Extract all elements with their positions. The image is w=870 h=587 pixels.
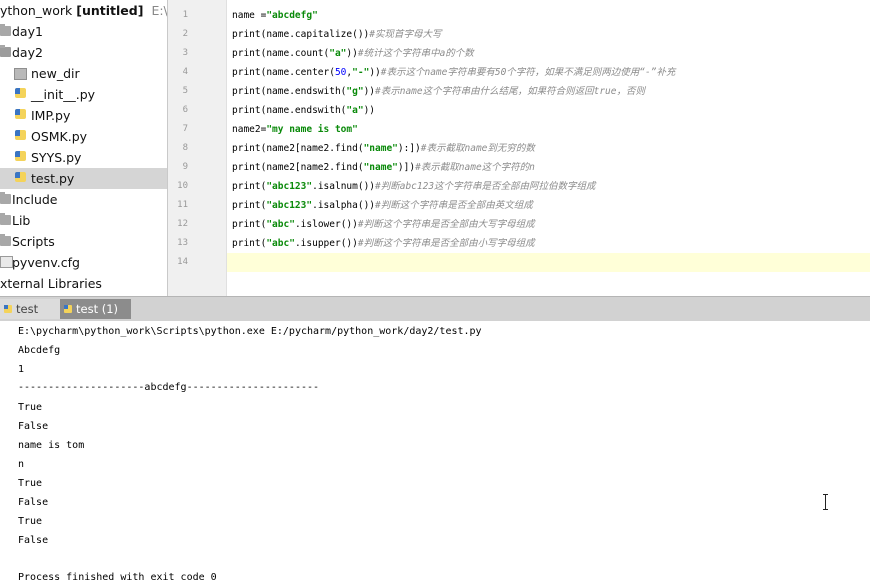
console-line: 1: [18, 364, 25, 375]
line-number: 10: [177, 181, 188, 191]
code-line: print(name.endswith("a")): [232, 105, 376, 116]
line-number: 1: [182, 10, 188, 20]
project-path: E:\pyc: [151, 3, 168, 18]
line-number: 11: [177, 200, 188, 210]
project-tree: ython_work [untitled] E:\pyc day1 day2 n…: [0, 0, 168, 296]
python-file-icon: [15, 130, 26, 140]
code-line: print(name.endswith("g"))#表示name这个字符串由什么…: [232, 86, 645, 97]
code-line: print("abc".islower())#判断这个字符串是否全部由大写字母组…: [232, 219, 535, 230]
code-line: print(name.count("a"))#统计这个字符串中a的个数: [232, 48, 474, 59]
console-line: True: [18, 402, 43, 413]
console-line: E:\pycharm\python_work\Scripts\python.ex…: [18, 326, 482, 337]
project-untitled-tag: [untitled]: [76, 3, 144, 18]
console-line: name is tom: [18, 440, 85, 451]
code-line: name2="my name is tom": [232, 124, 358, 135]
code-line: print(name2[name2.find("name"):])#表示截取na…: [232, 143, 535, 154]
line-number: 7: [182, 124, 188, 134]
code-line: print("abc123".isalnum())#判断abc123这个字符串是…: [232, 181, 596, 192]
line-number: 6: [182, 105, 188, 115]
tree-item-label: Scripts: [12, 234, 55, 249]
console-line: Process finished with exit code 0: [18, 572, 217, 583]
python-run-icon: [4, 305, 12, 313]
line-number: 8: [182, 143, 188, 153]
line-number: 3: [182, 48, 188, 58]
tree-item-label: test.py: [31, 171, 75, 186]
tree-item-new-dir[interactable]: new_dir: [0, 63, 167, 84]
tree-item-label: new_dir: [31, 66, 80, 81]
console-line: ---------------------abcdefg------------…: [18, 382, 320, 393]
tree-item-label: IMP.py: [31, 108, 71, 123]
line-number: 12: [177, 219, 188, 229]
tree-item-pyvenv-cfg[interactable]: pyvenv.cfg: [0, 252, 167, 273]
tree-item-external-libraries[interactable]: xternal Libraries: [0, 273, 167, 294]
tree-item-syys-py[interactable]: SYYS.py: [0, 147, 167, 168]
folder-icon: [0, 24, 11, 36]
tree-item-label: day1: [12, 24, 43, 39]
project-name: ython_work: [0, 3, 73, 18]
tree-item-label: OSMK.py: [31, 129, 88, 144]
tree-item-scripts[interactable]: Scripts: [0, 231, 167, 252]
line-number: 5: [182, 86, 188, 96]
code-line: print(name.capitalize())#实现首字母大写: [232, 29, 442, 40]
run-tab-test-1[interactable]: test (1): [0, 299, 61, 336]
tree-item-day2[interactable]: day2: [0, 42, 167, 63]
tree-item-label: __init__.py: [31, 87, 96, 102]
tree-item-label: pyvenv.cfg: [12, 255, 80, 270]
run-tabs-bar: test (1) test (1): [0, 296, 870, 336]
python-file-icon: [15, 151, 26, 161]
code-line: print("abc".isupper())#判断这个字符串是否全部由小写字母组…: [232, 238, 535, 249]
console-line: False: [18, 421, 49, 432]
code-line: name ="abcdefg": [232, 10, 318, 21]
tree-item-label: xternal Libraries: [0, 276, 102, 291]
python-file-icon: [15, 109, 26, 119]
console-line: True: [18, 516, 43, 527]
line-number-gutter: 1 2 3 4 5 6 7 8 9 10 11 12 13 14: [168, 0, 227, 296]
directory-icon: [14, 68, 27, 80]
folder-open-icon: [0, 45, 11, 57]
code-line: print("abc123".isalpha())#判断这个字符串是否全部由英文…: [232, 200, 533, 211]
line-number: 14: [177, 257, 188, 267]
code-editor[interactable]: 1 2 3 4 5 6 7 8 9 10 11 12 13 14 name ="…: [168, 0, 870, 296]
code-line: print(name2[name2.find("name")])#表示截取nam…: [232, 162, 535, 173]
tree-root[interactable]: ython_work [untitled] E:\pyc: [0, 0, 167, 21]
python-file-icon: [15, 172, 26, 182]
python-file-icon: [15, 88, 26, 98]
line-number: 13: [177, 238, 188, 248]
tree-item-label: SYYS.py: [31, 150, 82, 165]
tree-item-label: Lib: [12, 213, 31, 228]
text-cursor-icon: [823, 494, 828, 510]
python-run-icon: [64, 305, 72, 313]
tree-item-label: Include: [12, 192, 58, 207]
tree-item-imp-py[interactable]: IMP.py: [0, 105, 167, 126]
folder-icon: [0, 192, 11, 204]
tree-item-test-py[interactable]: test.py: [0, 168, 167, 189]
line-number: 2: [182, 29, 188, 39]
console-line: False: [18, 535, 49, 546]
tree-item-osmk-py[interactable]: OSMK.py: [0, 126, 167, 147]
folder-icon: [0, 234, 11, 246]
folder-icon: [0, 213, 11, 225]
tab-label: test (1): [76, 302, 119, 316]
console-line: n: [18, 459, 25, 470]
console-line: True: [18, 478, 43, 489]
line-number: 9: [182, 162, 188, 172]
tree-item-include[interactable]: Include: [0, 189, 167, 210]
run-console[interactable]: E:\pycharm\python_work\Scripts\python.ex…: [0, 321, 870, 583]
tree-item-init-py[interactable]: __init__.py: [0, 84, 167, 105]
tree-item-label: day2: [12, 45, 43, 60]
current-line-highlight: [227, 253, 870, 272]
tree-item-lib[interactable]: Lib: [0, 210, 167, 231]
line-number: 4: [182, 67, 188, 77]
run-tab-test-1-active[interactable]: test (1): [60, 299, 131, 319]
code-line: print(name.center(50,"-"))#表示这个name字符串要有…: [232, 67, 676, 78]
console-line: False: [18, 497, 49, 508]
console-line: Abcdefg: [18, 345, 61, 356]
tree-item-day1[interactable]: day1: [0, 21, 167, 42]
